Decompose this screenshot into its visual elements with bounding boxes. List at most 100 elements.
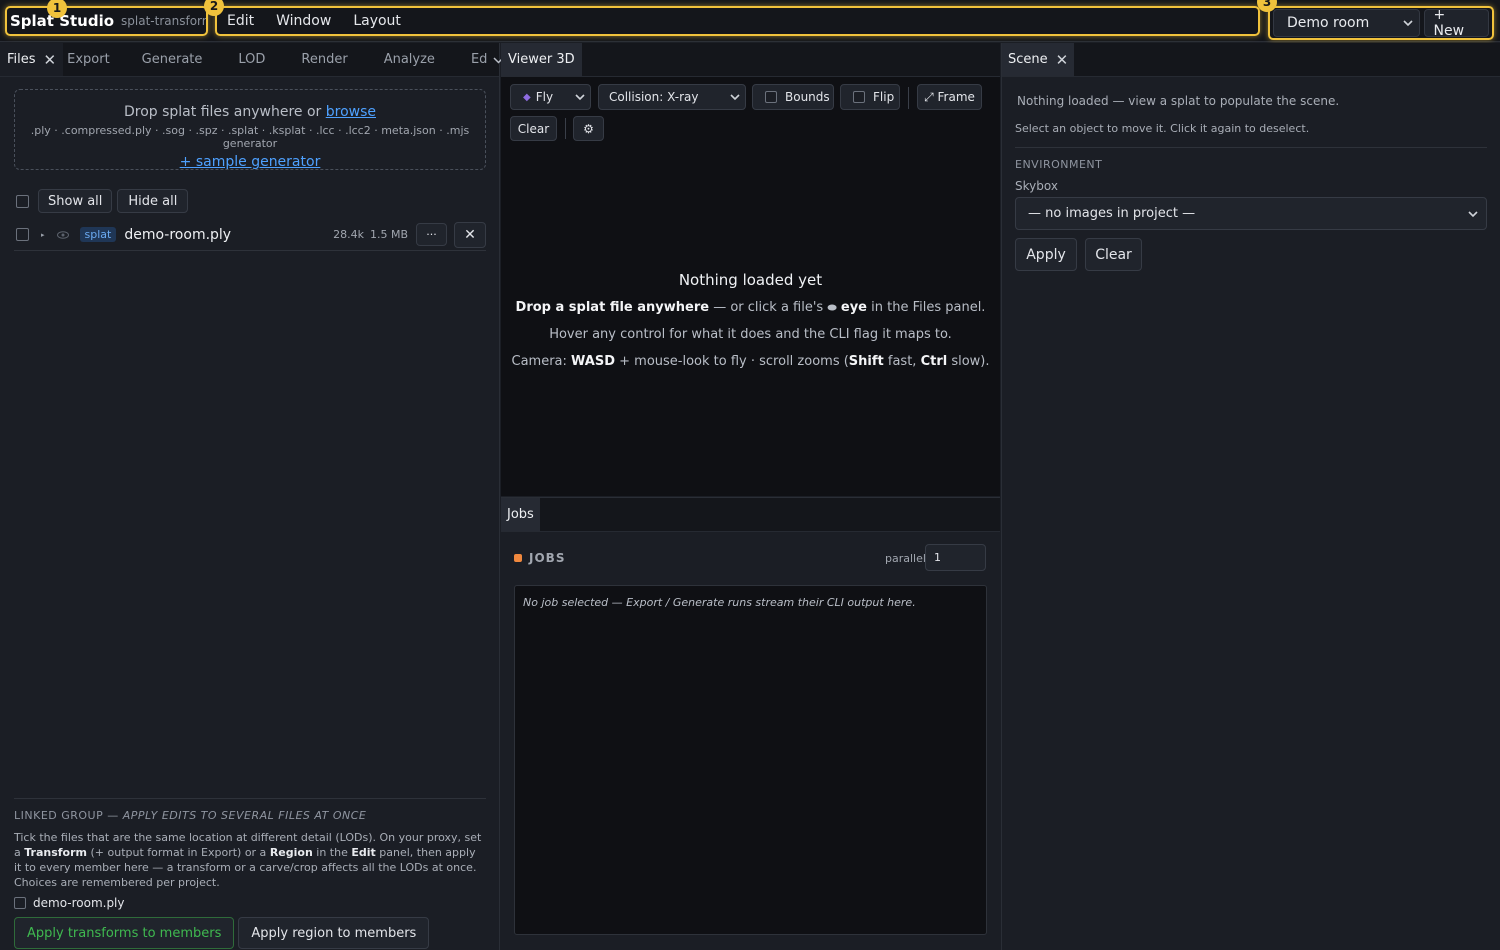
menu-window[interactable]: Window xyxy=(276,13,331,29)
empty-hint-hover: Hover any control for what it does and t… xyxy=(549,327,952,342)
project-select-value: Demo room xyxy=(1287,15,1370,31)
menu-layout[interactable]: Layout xyxy=(353,13,401,29)
frame-button[interactable]: ⤢ Frame xyxy=(917,84,982,110)
hint-key: Shift xyxy=(848,354,884,369)
linked-group-title: LINKED GROUP — APPLY EDITS TO SEVERAL FI… xyxy=(14,809,486,822)
collision-select[interactable]: Collision: X-ray xyxy=(598,84,746,110)
chevron-down-icon xyxy=(730,94,740,101)
dropzone[interactable]: Drop splat files anywhere or browse .ply… xyxy=(14,89,486,170)
skybox-apply-button[interactable]: Apply xyxy=(1015,238,1077,271)
gamepad-icon: ◆ xyxy=(523,91,531,103)
apply-region-button[interactable]: Apply region to members xyxy=(238,917,430,949)
viewer-canvas[interactable]: ◆ Fly Collision: X-ray Bounds Flip ⤢ Fra… xyxy=(501,77,1000,496)
empty-hint-camera: Camera: WASD + mouse-look to fly · scrol… xyxy=(501,354,1000,369)
hint-text: fast, xyxy=(883,354,921,369)
hint-text: — or click a file's xyxy=(709,300,828,315)
collision-value: Collision: X-ray xyxy=(609,90,699,104)
remove-file-button[interactable]: ✕ xyxy=(454,221,486,248)
toolbar-divider xyxy=(565,118,566,139)
tab-export[interactable]: Export xyxy=(63,43,120,76)
tab-generate[interactable]: Generate xyxy=(120,43,221,76)
job-output: No job selected — Export / Generate runs… xyxy=(514,585,987,935)
tab-files[interactable]: Files ✕ xyxy=(0,43,64,76)
hint-drop-bold: Drop a splat file anywhere xyxy=(515,300,710,315)
gear-icon[interactable]: ⚙ xyxy=(573,116,604,141)
jobs-status-dot xyxy=(514,554,522,562)
visibility-controls: Show all Hide all xyxy=(16,189,189,213)
flip-checkbox[interactable] xyxy=(853,91,865,103)
eye-icon: ⬬ xyxy=(827,301,837,314)
file-row[interactable]: ▸ splat demo-room.ply 28.4k 1.5 MB ··· ✕ xyxy=(14,219,486,251)
expand-icon[interactable]: ▸ xyxy=(41,231,45,239)
scene-hint: Select an object to move it. Click it ag… xyxy=(1015,122,1310,135)
menu-edit[interactable]: Edit xyxy=(227,13,254,29)
tab-scene-label: Scene xyxy=(1008,52,1048,67)
scene-tabbar: Scene ✕ xyxy=(1002,43,1500,77)
camera-mode-select[interactable]: ◆ Fly xyxy=(510,84,591,110)
hint-text: slow). xyxy=(947,354,990,369)
linked-desc-part: in the xyxy=(312,846,352,859)
empty-title: Nothing loaded yet xyxy=(678,271,823,289)
browse-link[interactable]: browse xyxy=(326,104,376,120)
linked-member-checkbox[interactable] xyxy=(14,897,26,909)
empty-hint-drop: Drop a splat file anywhere — or click a … xyxy=(501,300,1000,315)
linked-member-name: demo-room.ply xyxy=(33,896,125,910)
dropzone-formats: .ply · .compressed.ply · .sog · .spz · .… xyxy=(30,124,470,150)
linked-title-prefix: LINKED GROUP — xyxy=(14,809,123,822)
linked-member-row[interactable]: demo-room.ply xyxy=(14,896,486,910)
scene-panel: Scene ✕ Nothing loaded — view a splat to… xyxy=(1001,43,1500,950)
hint-text: in the Files panel. xyxy=(867,300,986,315)
linked-desc-part: (+ output format in Export) or a xyxy=(87,846,270,859)
tab-render[interactable]: Render xyxy=(283,43,365,76)
sample-generator-link[interactable]: + sample generator xyxy=(180,154,321,170)
section-divider xyxy=(1015,147,1487,148)
file-name: demo-room.ply xyxy=(124,226,232,243)
tab-scene[interactable]: Scene ✕ xyxy=(1002,43,1075,76)
tab-analyze[interactable]: Analyze xyxy=(366,43,453,76)
flip-toggle[interactable]: Flip xyxy=(840,84,900,110)
left-tabbar: Files ✕ Export Generate LOD Render Analy… xyxy=(0,43,519,77)
linked-actions: Apply transforms to members Apply region… xyxy=(14,917,486,949)
parallel-label: parallel xyxy=(885,552,926,565)
camera-mode-value: Fly xyxy=(535,90,554,104)
menu-bar: Edit Window Layout xyxy=(215,6,1260,36)
bounds-toggle[interactable]: Bounds xyxy=(752,84,834,110)
skybox-clear-button[interactable]: Clear xyxy=(1085,238,1142,271)
tab-viewer-3d[interactable]: Viewer 3D xyxy=(501,43,582,76)
skybox-select[interactable]: — no images in project — xyxy=(1015,197,1487,230)
close-icon[interactable]: ✕ xyxy=(1056,51,1069,69)
tab-lod[interactable]: LOD xyxy=(220,43,283,76)
environment-heading: ENVIRONMENT xyxy=(1015,158,1103,171)
files-panel: Files ✕ Export Generate LOD Render Analy… xyxy=(0,43,519,950)
tab-files-label: Files xyxy=(7,52,36,67)
tab-jobs[interactable]: Jobs xyxy=(501,498,540,531)
bounds-checkbox[interactable] xyxy=(765,91,777,103)
chevron-down-icon xyxy=(1468,210,1478,217)
parallel-input[interactable]: 1 xyxy=(925,544,986,571)
brand: Splat Studio splat-transform GUI xyxy=(5,6,208,36)
project-controls: Demo room + New xyxy=(1268,6,1494,40)
close-icon[interactable]: ✕ xyxy=(44,51,57,69)
hint-eye-bold: eye xyxy=(840,300,867,315)
file-checkbox[interactable] xyxy=(16,228,29,241)
hide-all-button[interactable]: Hide all xyxy=(117,189,189,213)
hint-text: Camera: xyxy=(511,354,572,369)
show-all-button[interactable]: Show all xyxy=(38,189,113,213)
select-all-checkbox[interactable] xyxy=(16,194,29,208)
project-select[interactable]: Demo room xyxy=(1273,9,1420,37)
flip-label: Flip xyxy=(873,90,895,104)
file-menu-button[interactable]: ··· xyxy=(416,223,447,246)
linked-desc-region: Region xyxy=(269,846,313,859)
apply-transforms-button[interactable]: Apply transforms to members xyxy=(14,917,235,949)
chevron-down-icon xyxy=(1402,20,1413,27)
jobs-title: JOBS xyxy=(529,551,566,565)
scene-empty: Nothing loaded — view a splat to populat… xyxy=(1017,94,1340,108)
linked-title-emphasis: APPLY EDITS TO SEVERAL FILES AT ONCE xyxy=(122,809,367,822)
clear-button[interactable]: Clear xyxy=(510,116,557,141)
new-project-button[interactable]: + New xyxy=(1423,7,1489,39)
eye-icon[interactable] xyxy=(56,230,69,239)
app-subtitle: splat-transform GUI xyxy=(121,14,208,28)
tab-edit[interactable]: Ed xyxy=(453,43,493,76)
jobs-body: JOBS parallel 1 No job selected — Export… xyxy=(501,532,1000,950)
file-type-badge: splat xyxy=(79,227,117,242)
